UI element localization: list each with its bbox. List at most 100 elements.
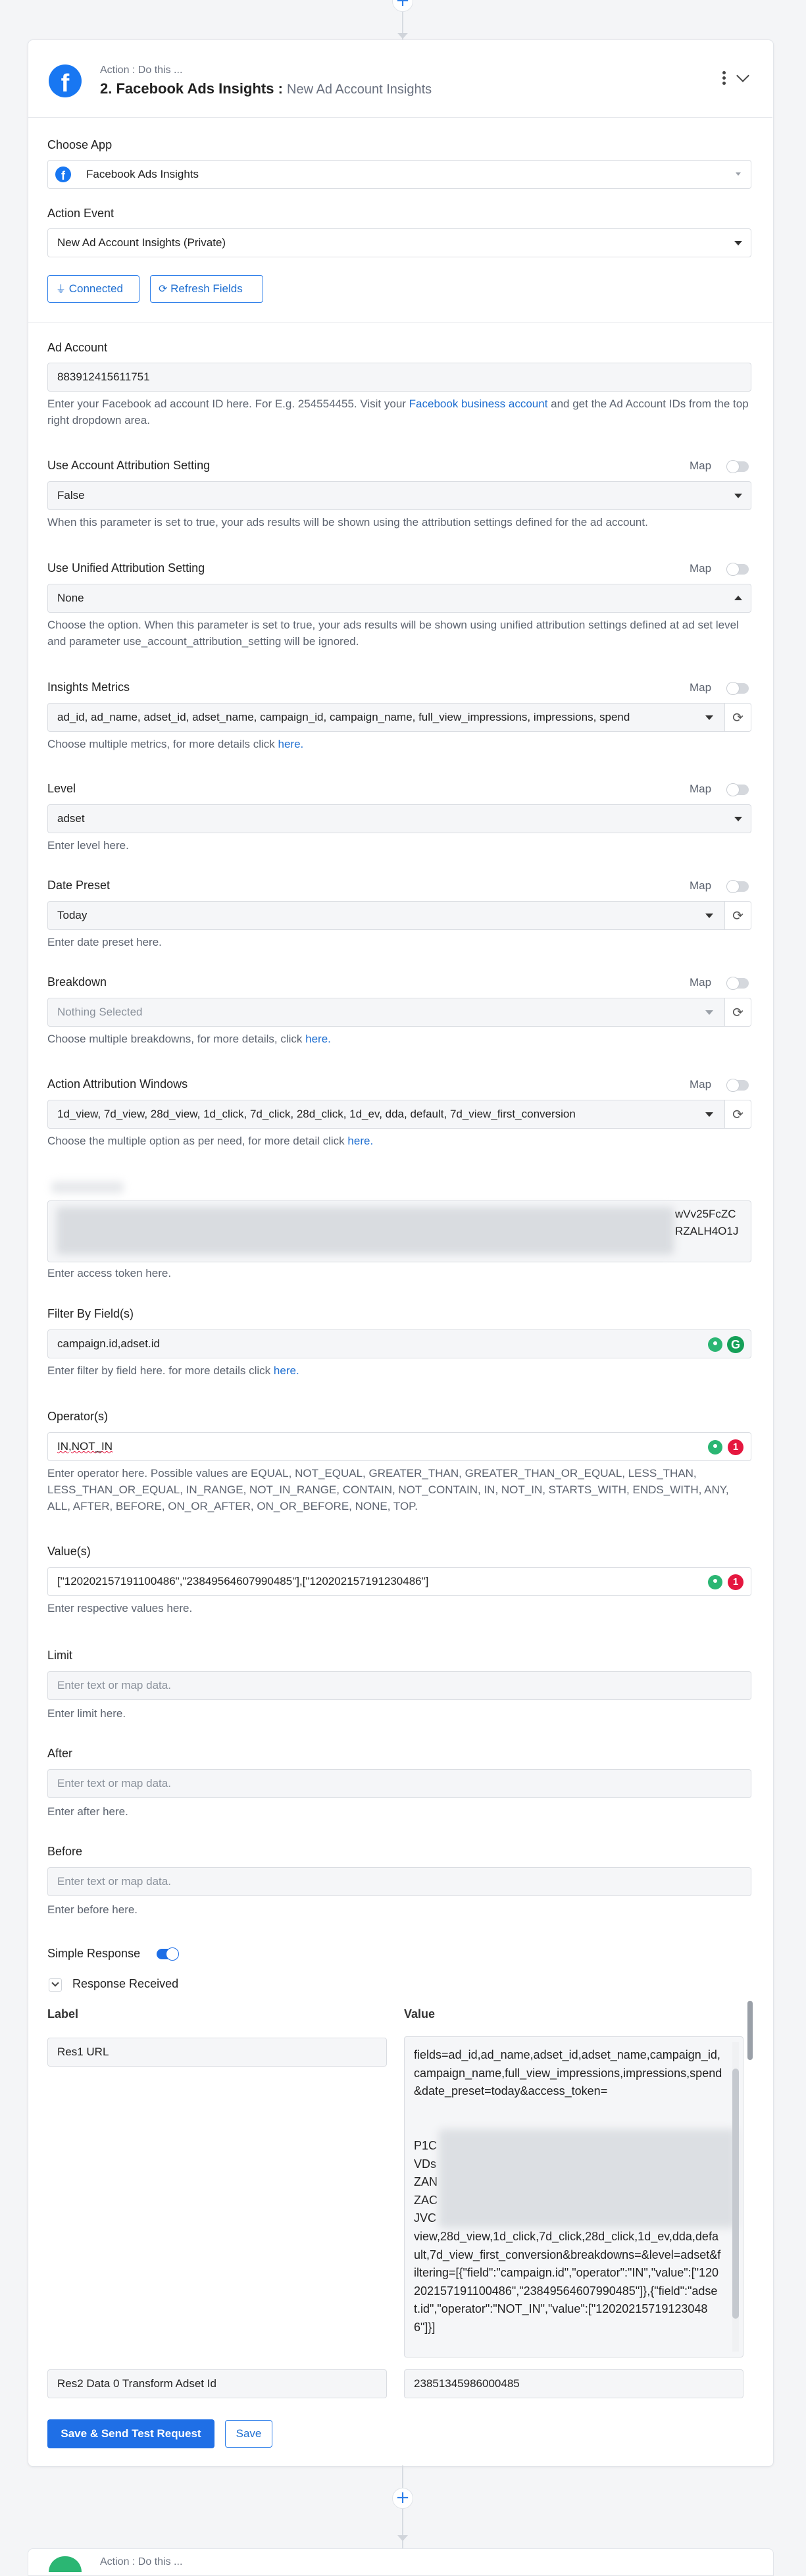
action-event-select[interactable]: New Ad Account Insights (Private)	[47, 228, 751, 257]
filter-by-fields-label: Filter By Field(s)	[47, 1307, 134, 1320]
use-unified-attr-select[interactable]: None	[47, 584, 751, 613]
response-value-header: Value	[404, 2007, 436, 2021]
simple-response-toggle[interactable]	[157, 1947, 179, 1961]
action-attr-windows-refresh-icon[interactable]: ⟳	[725, 1100, 751, 1129]
operators-help: Enter operator here. Possible values are…	[47, 1467, 729, 1512]
grammar-error-badge[interactable]: 1	[728, 1574, 743, 1590]
date-preset-refresh-icon[interactable]: ⟳	[725, 901, 751, 930]
connected-button[interactable]: ⏚ Connected	[47, 275, 139, 303]
grammar-check-icon[interactable]: G	[727, 1336, 744, 1353]
insights-metrics-select[interactable]: ad_id, ad_name, adset_id, adset_name, ca…	[47, 703, 725, 732]
choose-app-select[interactable]: Facebook Ads Insights	[47, 160, 751, 189]
use-account-attr-map-toggle[interactable]	[726, 460, 749, 473]
after-help: Enter after here.	[47, 1805, 128, 1818]
limit-help: Enter limit here.	[47, 1707, 126, 1720]
use-unified-attr-map-toggle[interactable]	[726, 563, 749, 576]
save-send-test-button[interactable]: Save & Send Test Request	[47, 2419, 214, 2448]
limit-input[interactable]: Enter text or map data.	[47, 1671, 751, 1700]
response-panel-scrollbar[interactable]	[747, 2001, 753, 2060]
use-account-attr-label: Use Account Attribution Setting	[47, 459, 211, 472]
breakdown-refresh-icon[interactable]: ⟳	[725, 998, 751, 1027]
insights-metrics-refresh-icon[interactable]: ⟳	[725, 703, 751, 732]
breakdown-help-link[interactable]: here.	[305, 1033, 331, 1045]
action-attr-windows-help-link[interactable]: here.	[347, 1135, 373, 1147]
facebook-business-link[interactable]: Facebook business account	[409, 398, 548, 410]
access-token-tail-2: RZALH4O1J	[675, 1225, 739, 1237]
step-title-text: 2. Facebook Ads Insights :	[100, 80, 283, 97]
response-label-header: Label	[47, 2007, 79, 2021]
values-help: Enter respective values here.	[47, 1602, 193, 1614]
after-input[interactable]: Enter text or map data.	[47, 1769, 751, 1798]
action-event-caret-icon	[734, 241, 742, 245]
values-input[interactable]: ["120202157191100486","23849564607990485…	[47, 1567, 751, 1596]
save-button[interactable]: Save	[225, 2420, 272, 2448]
use-unified-attr-value: None	[57, 592, 84, 604]
more-options-icon[interactable]	[722, 71, 726, 87]
insights-metrics-caret-icon	[705, 715, 713, 720]
connector-arrow-icon	[397, 2535, 408, 2541]
breakdown-select[interactable]: Nothing Selected	[47, 998, 725, 1027]
date-preset-map-toggle[interactable]	[726, 880, 749, 893]
choose-app-caret-icon	[736, 172, 741, 176]
connector-arrow-icon	[397, 33, 408, 39]
date-preset-select[interactable]: Today	[47, 901, 725, 930]
access-token-help: Enter access token here.	[47, 1267, 172, 1279]
next-step-kicker: Action : Do this ...	[100, 2556, 183, 2567]
map-label: Map	[690, 1078, 712, 1091]
access-token-tail-1: wVv25FcZC	[675, 1208, 736, 1220]
insights-metrics-help-link[interactable]: here.	[278, 738, 304, 750]
before-input[interactable]: Enter text or map data.	[47, 1867, 751, 1896]
ad-account-input[interactable]: 883912415611751	[47, 363, 751, 392]
choose-app-label: Choose App	[47, 138, 113, 151]
breakdown-label: Breakdown	[47, 975, 107, 989]
insights-metrics-help: Choose multiple metrics, for more detail…	[47, 738, 304, 750]
level-map-toggle[interactable]	[726, 783, 749, 796]
breakdown-placeholder: Nothing Selected	[57, 1006, 143, 1018]
add-step-top-icon[interactable]: +	[392, 0, 413, 12]
use-unified-attr-help: Choose the option. When this parameter i…	[47, 619, 739, 648]
use-unified-attr-label: Use Unified Attribution Setting	[47, 561, 205, 575]
facebook-logo-icon: f	[49, 64, 82, 97]
use-account-attr-value: False	[57, 489, 85, 502]
add-step-bottom-icon[interactable]: +	[392, 2488, 413, 2509]
filter-by-fields-input[interactable]: campaign.id,adset.id	[47, 1329, 751, 1358]
level-value: adset	[57, 812, 85, 825]
breakdown-map-toggle[interactable]	[726, 977, 749, 990]
use-unified-attr-caret-icon	[734, 596, 742, 600]
response-url-tail: view,28d_view,1d_click,7d_click,28d_clic…	[414, 2230, 721, 2334]
level-label: Level	[47, 782, 76, 795]
insights-metrics-map-toggle[interactable]	[726, 682, 749, 695]
level-caret-icon	[734, 817, 742, 821]
use-account-attr-select[interactable]: False	[47, 481, 751, 510]
action-attr-windows-select[interactable]: 1d_view, 7d_view, 28d_view, 1d_click, 7d…	[47, 1100, 725, 1129]
breakdown-caret-icon	[705, 1010, 713, 1015]
suggestion-bulb-icon[interactable]	[708, 1440, 722, 1455]
date-preset-caret-icon	[705, 914, 713, 918]
response-scroll-thumb[interactable]	[732, 2069, 739, 2319]
step-subtitle: New Ad Account Insights	[287, 82, 432, 97]
response-url-head: fields=ad_id,ad_name,adset_id,adset_name…	[414, 2048, 722, 2098]
response-row-value[interactable]: 23851345986000485	[404, 2369, 743, 2398]
date-preset-label: Date Preset	[47, 879, 111, 892]
map-label: Map	[690, 879, 712, 892]
suggestion-bulb-icon[interactable]	[708, 1575, 722, 1589]
values-value: ["120202157191100486","23849564607990485…	[57, 1575, 429, 1587]
action-attr-windows-map-toggle[interactable]	[726, 1079, 749, 1092]
operators-value: IN,NOT_IN	[57, 1440, 113, 1453]
grammar-error-badge[interactable]: 1	[728, 1439, 743, 1455]
insights-metrics-value: ad_id, ad_name, adset_id, adset_name, ca…	[57, 711, 630, 723]
before-placeholder: Enter text or map data.	[57, 1875, 171, 1888]
action-event-label: Action Event	[47, 207, 114, 220]
level-help: Enter level here.	[47, 839, 129, 852]
response-collapse-icon[interactable]	[49, 1978, 62, 1992]
use-account-attr-caret-icon	[734, 494, 742, 498]
filter-by-fields-value: campaign.id,adset.id	[57, 1337, 160, 1350]
response-row-value[interactable]: fields=ad_id,ad_name,adset_id,adset_name…	[404, 2036, 743, 2357]
suggestion-bulb-icon[interactable]	[708, 1337, 722, 1352]
refresh-icon: ⟳	[159, 282, 168, 295]
refresh-fields-button[interactable]: ⟳ Refresh Fields	[150, 275, 263, 303]
level-select[interactable]: adset	[47, 804, 751, 833]
filter-by-fields-help-link[interactable]: here.	[274, 1364, 299, 1377]
operators-input[interactable]: IN,NOT_IN	[47, 1432, 751, 1461]
action-attr-windows-label: Action Attribution Windows	[47, 1077, 188, 1091]
